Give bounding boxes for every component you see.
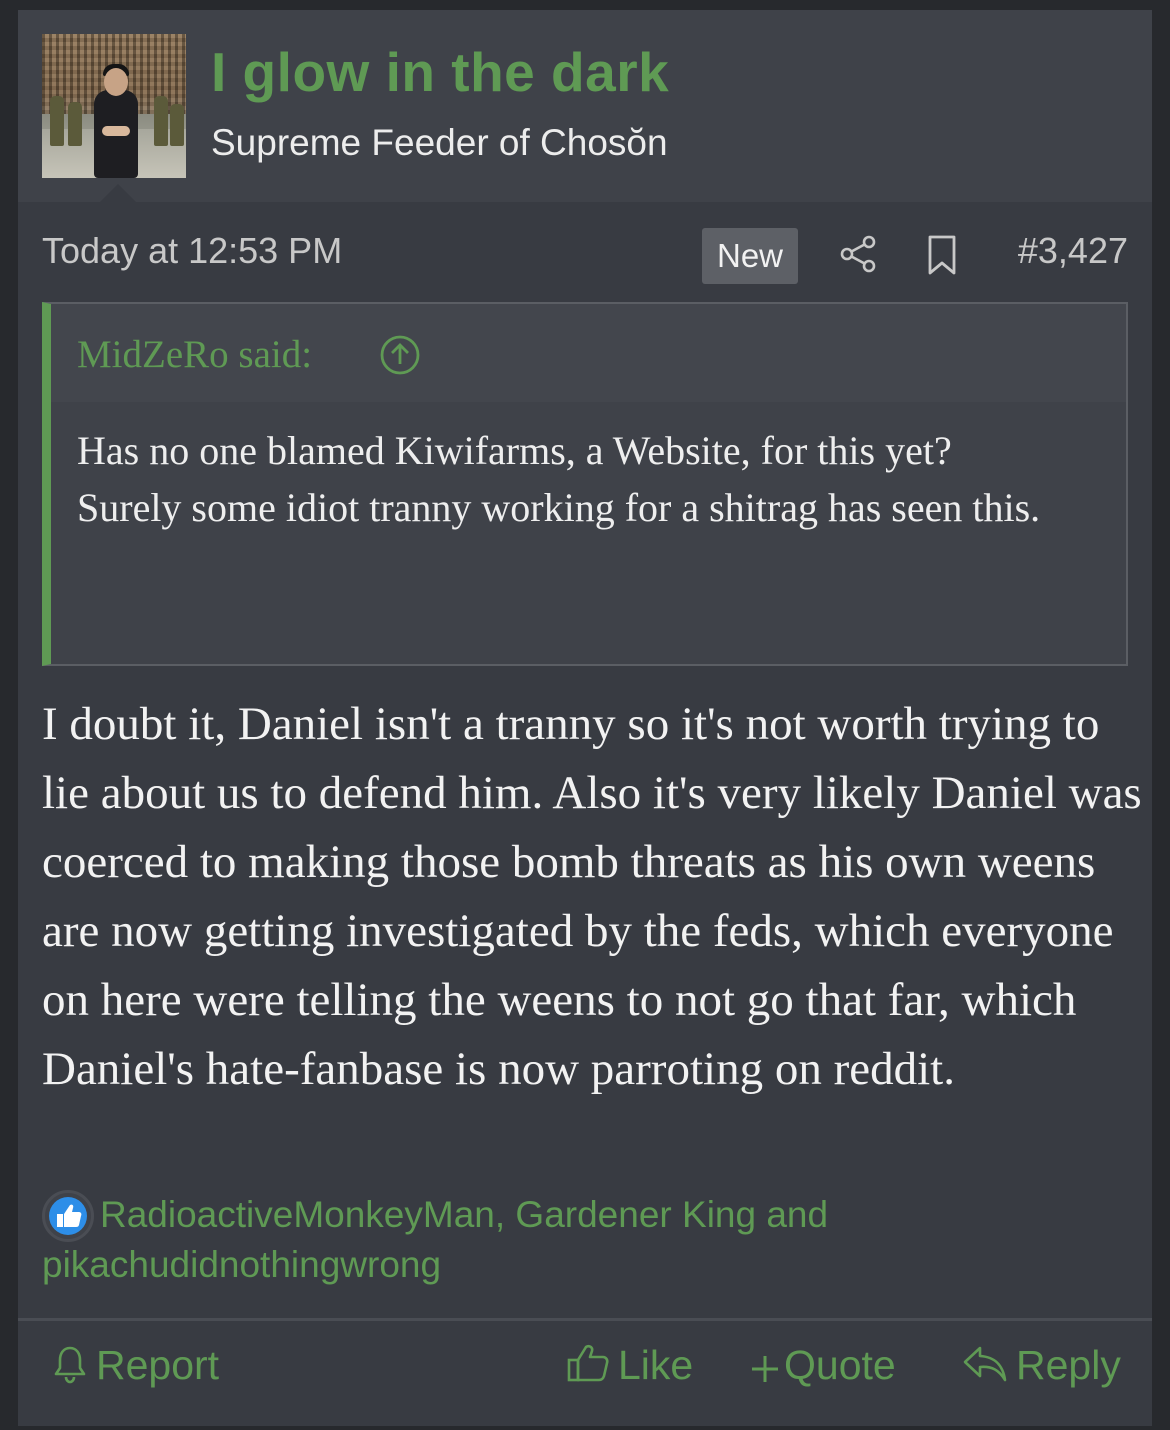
quote-line: Has no one blamed Kiwifarms, a Website, … (77, 428, 952, 473)
forum-post: I glow in the dark Supreme Feeder of Cho… (18, 10, 1152, 1426)
reply-button[interactable]: Reply (962, 1342, 1121, 1389)
reaction-users[interactable]: RadioactiveMonkeyMan, Gardener King and … (42, 1190, 942, 1290)
arrow-up-circle-icon[interactable] (379, 334, 421, 376)
thumbs-up-icon (567, 1344, 609, 1382)
report-label: Report (96, 1342, 220, 1388)
post-number-link[interactable]: #3,427 (1018, 230, 1128, 272)
reply-label: Reply (1016, 1342, 1121, 1388)
quote-header: MidZeRo said: (51, 304, 1126, 402)
post-time-link[interactable]: Today at 12:53 PM (42, 230, 342, 272)
footer-divider (18, 1318, 1152, 1321)
post-actions: Report Like Quote Reply (18, 1330, 1152, 1416)
quote-label: Quote (784, 1342, 896, 1388)
share-icon[interactable] (838, 234, 878, 274)
quote-content: Has no one blamed Kiwifarms, a Website, … (77, 422, 1087, 536)
quote-block: MidZeRo said: Has no one blamed Kiwifarm… (42, 302, 1128, 666)
post-meta: Today at 12:53 PM New #3,427 (42, 228, 1128, 284)
like-button[interactable]: Like (566, 1342, 693, 1389)
bookmark-icon[interactable] (922, 234, 962, 276)
reply-icon (963, 1346, 1007, 1382)
quote-author[interactable]: MidZeRo said: (77, 332, 312, 377)
like-label: Like (618, 1342, 694, 1388)
post-message: I doubt it, Daniel isn't a tranny so it'… (42, 698, 1142, 1095)
user-title: Supreme Feeder of Chosŏn (211, 122, 668, 163)
user-header: I glow in the dark Supreme Feeder of Cho… (18, 10, 1152, 202)
bell-icon (54, 1346, 86, 1384)
report-button[interactable]: Report (52, 1342, 219, 1389)
new-badge: New (702, 228, 798, 284)
avatar[interactable] (42, 34, 186, 178)
quote-button[interactable]: Quote (750, 1342, 896, 1389)
header-pointer (100, 184, 136, 202)
plus-icon (752, 1356, 778, 1382)
quote-line: Surely some idiot tranny working for a s… (77, 485, 1041, 530)
username-link[interactable]: I glow in the dark (211, 40, 669, 104)
